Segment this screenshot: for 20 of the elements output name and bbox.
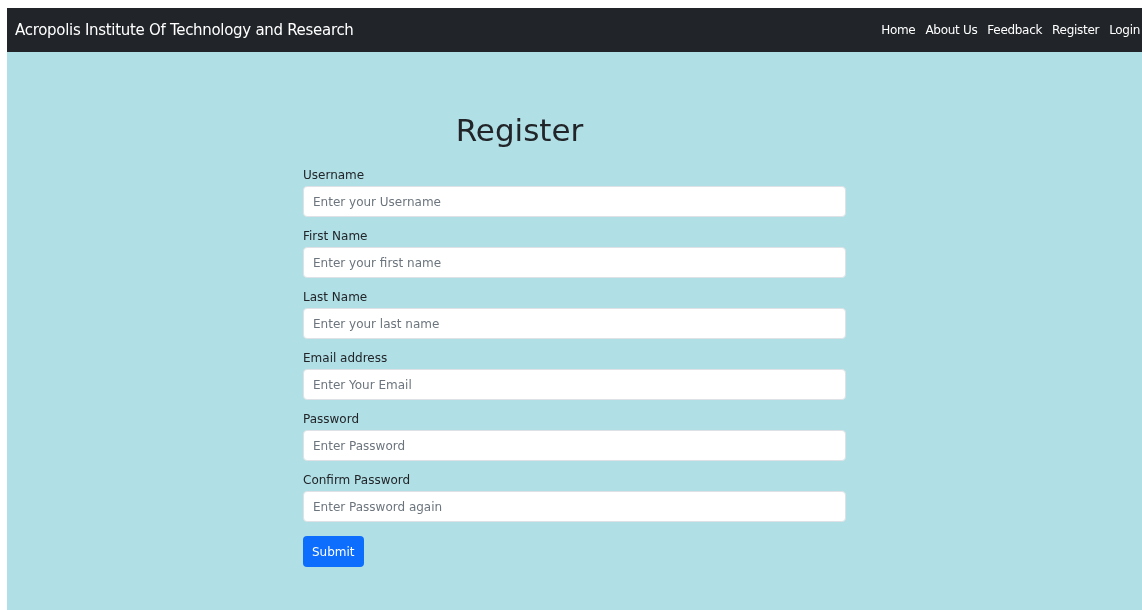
nav-link[interactable]: Register xyxy=(1052,21,1100,39)
input-field[interactable]: Enter Password again xyxy=(303,491,846,522)
field-label: Last Name xyxy=(303,289,369,306)
input-field[interactable]: Enter your last name xyxy=(303,308,846,339)
input-field[interactable]: Enter Password xyxy=(303,430,846,461)
input-field[interactable]: Enter your Username xyxy=(303,186,846,217)
field-label: First Name xyxy=(303,228,369,245)
field-label: Username xyxy=(303,167,366,184)
field-label: Password xyxy=(303,411,361,428)
field-label: Confirm Password xyxy=(303,472,412,489)
nav-link[interactable]: Login xyxy=(1109,21,1140,39)
submit-button[interactable]: Submit xyxy=(303,536,364,567)
brand-link[interactable]: Acropolis Institute Of Technology and Research xyxy=(15,18,354,42)
nav-link[interactable]: Feedback xyxy=(987,21,1043,39)
nav-link[interactable]: About Us xyxy=(925,21,978,39)
input-field[interactable]: Enter Your Email xyxy=(303,369,846,400)
page-title: Register xyxy=(455,111,584,150)
field-label: Email address xyxy=(303,350,389,367)
nav-link[interactable]: Home xyxy=(881,21,916,39)
input-field[interactable]: Enter your first name xyxy=(303,247,846,278)
